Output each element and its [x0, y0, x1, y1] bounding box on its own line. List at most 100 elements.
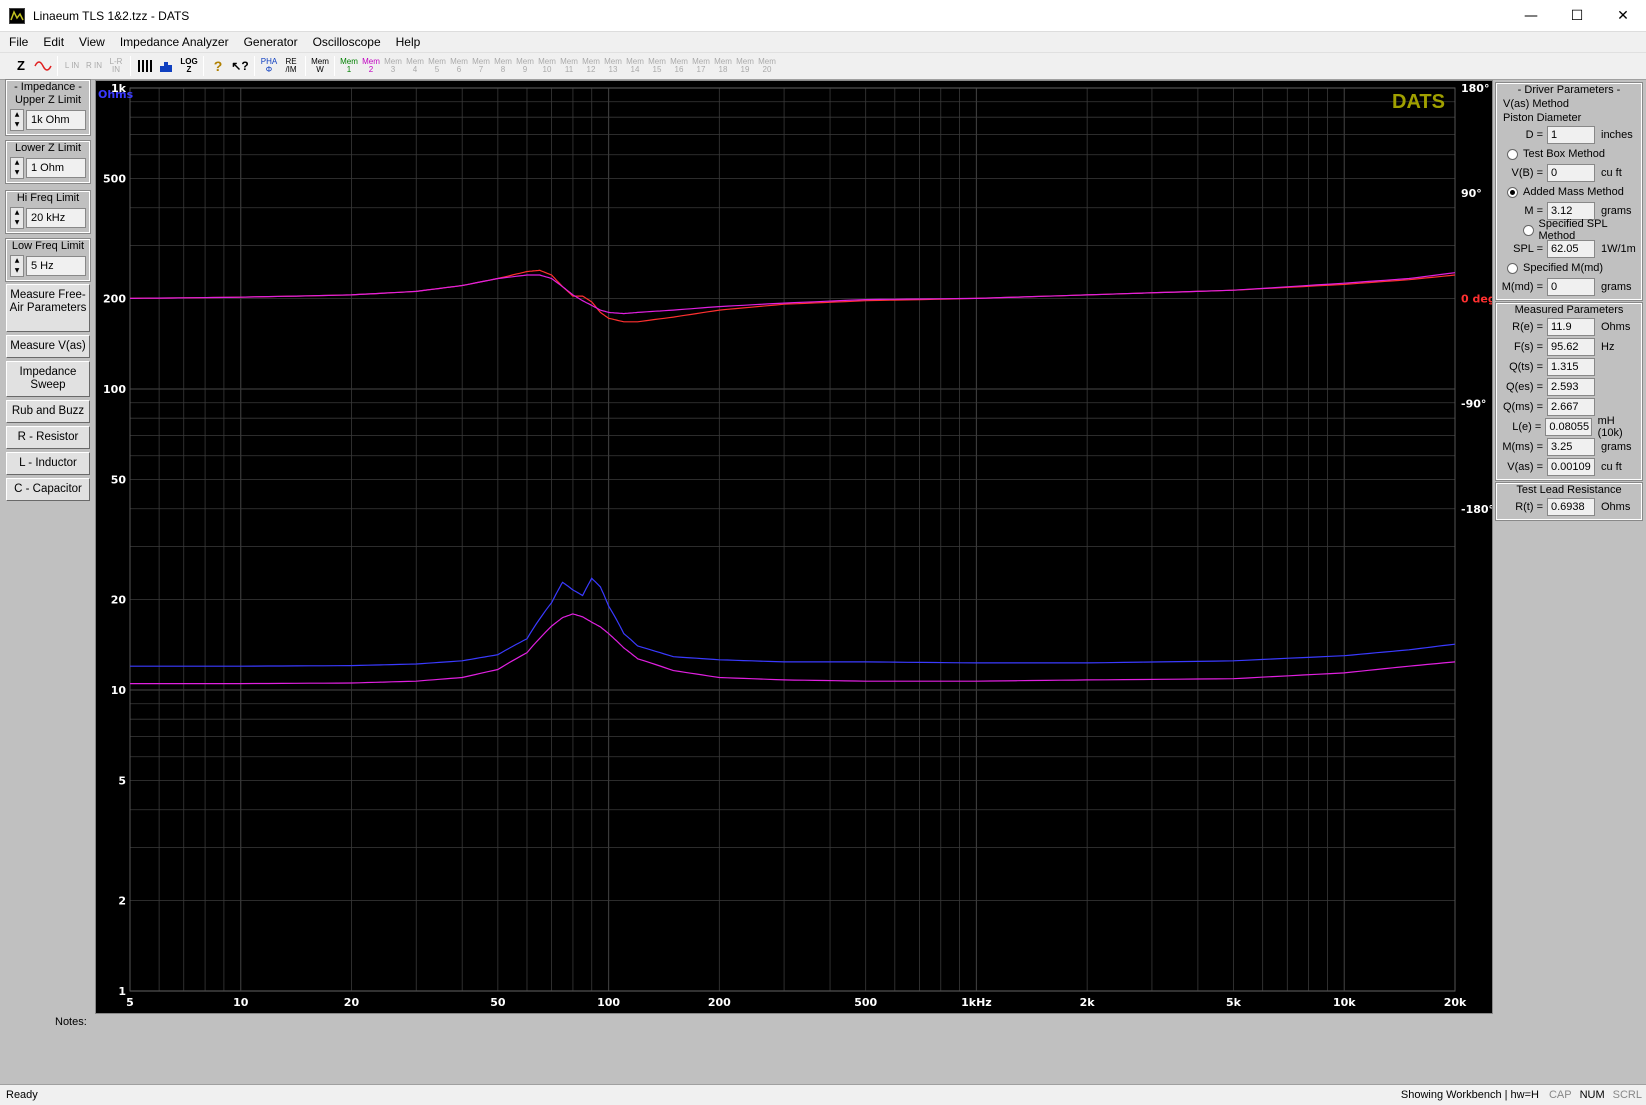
test-box-method-radio[interactable]: Test Box Method [1497, 145, 1641, 163]
phase-zero-label: 0 deg [1461, 292, 1492, 305]
rt-input[interactable]: 0.6938 [1547, 498, 1595, 516]
measured-value[interactable]: 0.00109 [1547, 458, 1595, 476]
help-icon[interactable]: ? [207, 56, 229, 76]
measured-value[interactable]: 11.9 [1547, 318, 1595, 336]
mem-4-button[interactable]: Mem 4 [404, 56, 426, 76]
measured-value[interactable]: 95.62 [1547, 338, 1595, 356]
histogram-icon[interactable] [156, 56, 178, 76]
right-input-button[interactable]: R IN [83, 56, 105, 76]
hi-freq-spinner[interactable]: ▲ ▼ [10, 207, 24, 229]
mem-17-button[interactable]: Mem 17 [690, 56, 712, 76]
measured-label: M(ms) = [1502, 441, 1543, 453]
mem-19-button[interactable]: Mem 19 [734, 56, 756, 76]
log-z-button[interactable]: LOG Z [178, 56, 200, 76]
added-mass-method-radio[interactable]: Added Mass Method [1497, 183, 1641, 201]
lr-input-button[interactable]: L-R IN [105, 56, 127, 76]
measured-row: Q(ts) = 1.315 [1497, 357, 1641, 377]
window-title: Linaeum TLS 1&2.tzz - DATS [33, 8, 190, 23]
upper-z-value[interactable]: 1k Ohm [26, 110, 86, 130]
mem-write-button[interactable]: Mem W [309, 56, 331, 76]
context-help-icon[interactable]: ↖? [229, 56, 251, 76]
mem-6-button[interactable]: Mem 6 [448, 56, 470, 76]
impedance-plot[interactable]: 5 10 20 50 100 200 500 1kHz 2k 5k 10k 20k 1 2 5 10 20 50 1… [95, 80, 1496, 1014]
mem-15-button[interactable]: Mem 15 [646, 56, 668, 76]
impedance-sweep-button[interactable]: Impedance Sweep [6, 361, 90, 397]
y-tick-label: 50 [111, 474, 127, 487]
mmd-input[interactable]: 0 [1547, 278, 1595, 296]
maximize-button[interactable]: ☐ [1554, 0, 1600, 32]
phase-tick-label: -90° [1461, 398, 1486, 411]
low-freq-value[interactable]: 5 Hz [26, 256, 86, 276]
measured-row: Q(ms) = 2.667 [1497, 397, 1641, 417]
mem-5-button[interactable]: Mem 5 [426, 56, 448, 76]
menu-generator[interactable]: Generator [235, 35, 304, 49]
spl-input[interactable]: 62.05 [1547, 240, 1595, 258]
phase-red-line [129, 269, 1456, 323]
d-input[interactable]: 1 [1547, 126, 1595, 144]
measured-value[interactable]: 3.25 [1547, 438, 1595, 456]
specified-mmd-radio[interactable]: Specified M(md) [1497, 259, 1641, 277]
upper-z-spinner[interactable]: ▲ ▼ [10, 109, 24, 131]
menu-view[interactable]: View [70, 35, 111, 49]
mem-18-button[interactable]: Mem 18 [712, 56, 734, 76]
specified-mmd-label: Specified M(md) [1523, 262, 1604, 274]
mem-20-button[interactable]: Mem 20 [756, 56, 778, 76]
radio-icon [1507, 148, 1518, 160]
sine-wave-icon[interactable] [32, 56, 54, 76]
measured-unit: Ohms [1601, 321, 1631, 333]
impedance-chart: 5 10 20 50 100 200 500 1kHz 2k 5k 10k 20k 1 2 5 10 20 50 1… [98, 82, 1496, 1009]
minimize-button[interactable]: — [1508, 0, 1554, 32]
phase-button[interactable]: PHA Φ [258, 56, 280, 76]
left-input-button[interactable]: L IN [61, 56, 83, 76]
measured-value[interactable]: 1.315 [1547, 358, 1595, 376]
low-freq-spinner[interactable]: ▲ ▼ [10, 255, 24, 277]
hi-freq-value[interactable]: 20 kHz [26, 208, 86, 228]
measured-value[interactable]: 2.667 [1547, 398, 1595, 416]
mem-9-button[interactable]: Mem 9 [514, 56, 536, 76]
mem-10-button[interactable]: Mem 10 [536, 56, 558, 76]
menu-file[interactable]: File [0, 35, 34, 49]
m-label: M = [1524, 205, 1543, 217]
mem-2-button[interactable]: Mem 2 [360, 56, 382, 76]
inductor-button[interactable]: L - Inductor [6, 452, 90, 475]
mem-7-button[interactable]: Mem 7 [470, 56, 492, 76]
measured-value[interactable]: 0.08055 [1545, 418, 1592, 436]
lower-z-spinner[interactable]: ▲ ▼ [10, 157, 24, 179]
spl-unit: 1W/1m [1601, 243, 1636, 255]
measured-label: Q(es) = [1506, 381, 1543, 393]
mem-13-button[interactable]: Mem 13 [602, 56, 624, 76]
menu-edit[interactable]: Edit [34, 35, 70, 49]
y-tick-label: 10 [111, 684, 127, 697]
specified-spl-method-radio[interactable]: Specified SPL Method [1497, 218, 1641, 242]
bars-icon[interactable] [134, 56, 156, 76]
x-tick-label: 50 [490, 996, 506, 1009]
resistor-button[interactable]: R - Resistor [6, 426, 90, 449]
close-button[interactable]: ✕ [1600, 0, 1646, 32]
rt-unit: Ohms [1601, 501, 1631, 513]
lower-z-group: Lower Z Limit ▲ ▼ 1 Ohm [5, 140, 91, 184]
capacitor-button[interactable]: C - Capacitor [6, 478, 90, 501]
mem-1-button[interactable]: Mem 1 [338, 56, 360, 76]
menu-help[interactable]: Help [387, 35, 427, 49]
driver-parameters-group: - Driver Parameters - V(as) Method Pisto… [1495, 82, 1643, 301]
mem-11-button[interactable]: Mem 11 [558, 56, 580, 76]
mem-14-button[interactable]: Mem 14 [624, 56, 646, 76]
vb-unit: cu ft [1601, 167, 1622, 179]
menu-oscilloscope[interactable]: Oscilloscope [304, 35, 387, 49]
measure-vas-button[interactable]: Measure V(as) [6, 335, 90, 358]
mem-12-button[interactable]: Mem 12 [580, 56, 602, 76]
measured-row: F(s) = 95.62 Hz [1497, 337, 1641, 357]
measured-value[interactable]: 2.593 [1547, 378, 1595, 396]
vb-input[interactable]: 0 [1547, 164, 1595, 182]
rub-and-buzz-button[interactable]: Rub and Buzz [6, 400, 90, 423]
menu-impedance-analyzer[interactable]: Impedance Analyzer [111, 35, 235, 49]
mem-8-button[interactable]: Mem 8 [492, 56, 514, 76]
mem-3-button[interactable]: Mem 3 [382, 56, 404, 76]
lower-z-value[interactable]: 1 Ohm [26, 158, 86, 178]
real-imag-button[interactable]: RE /IM [280, 56, 302, 76]
radio-selected-icon [1507, 186, 1518, 198]
measure-free-air-button[interactable]: Measure Free-Air Parameters [6, 284, 90, 332]
impedance-mode-button[interactable]: Z [10, 56, 32, 76]
mem-16-button[interactable]: Mem 16 [668, 56, 690, 76]
d-label: D = [1525, 129, 1543, 141]
